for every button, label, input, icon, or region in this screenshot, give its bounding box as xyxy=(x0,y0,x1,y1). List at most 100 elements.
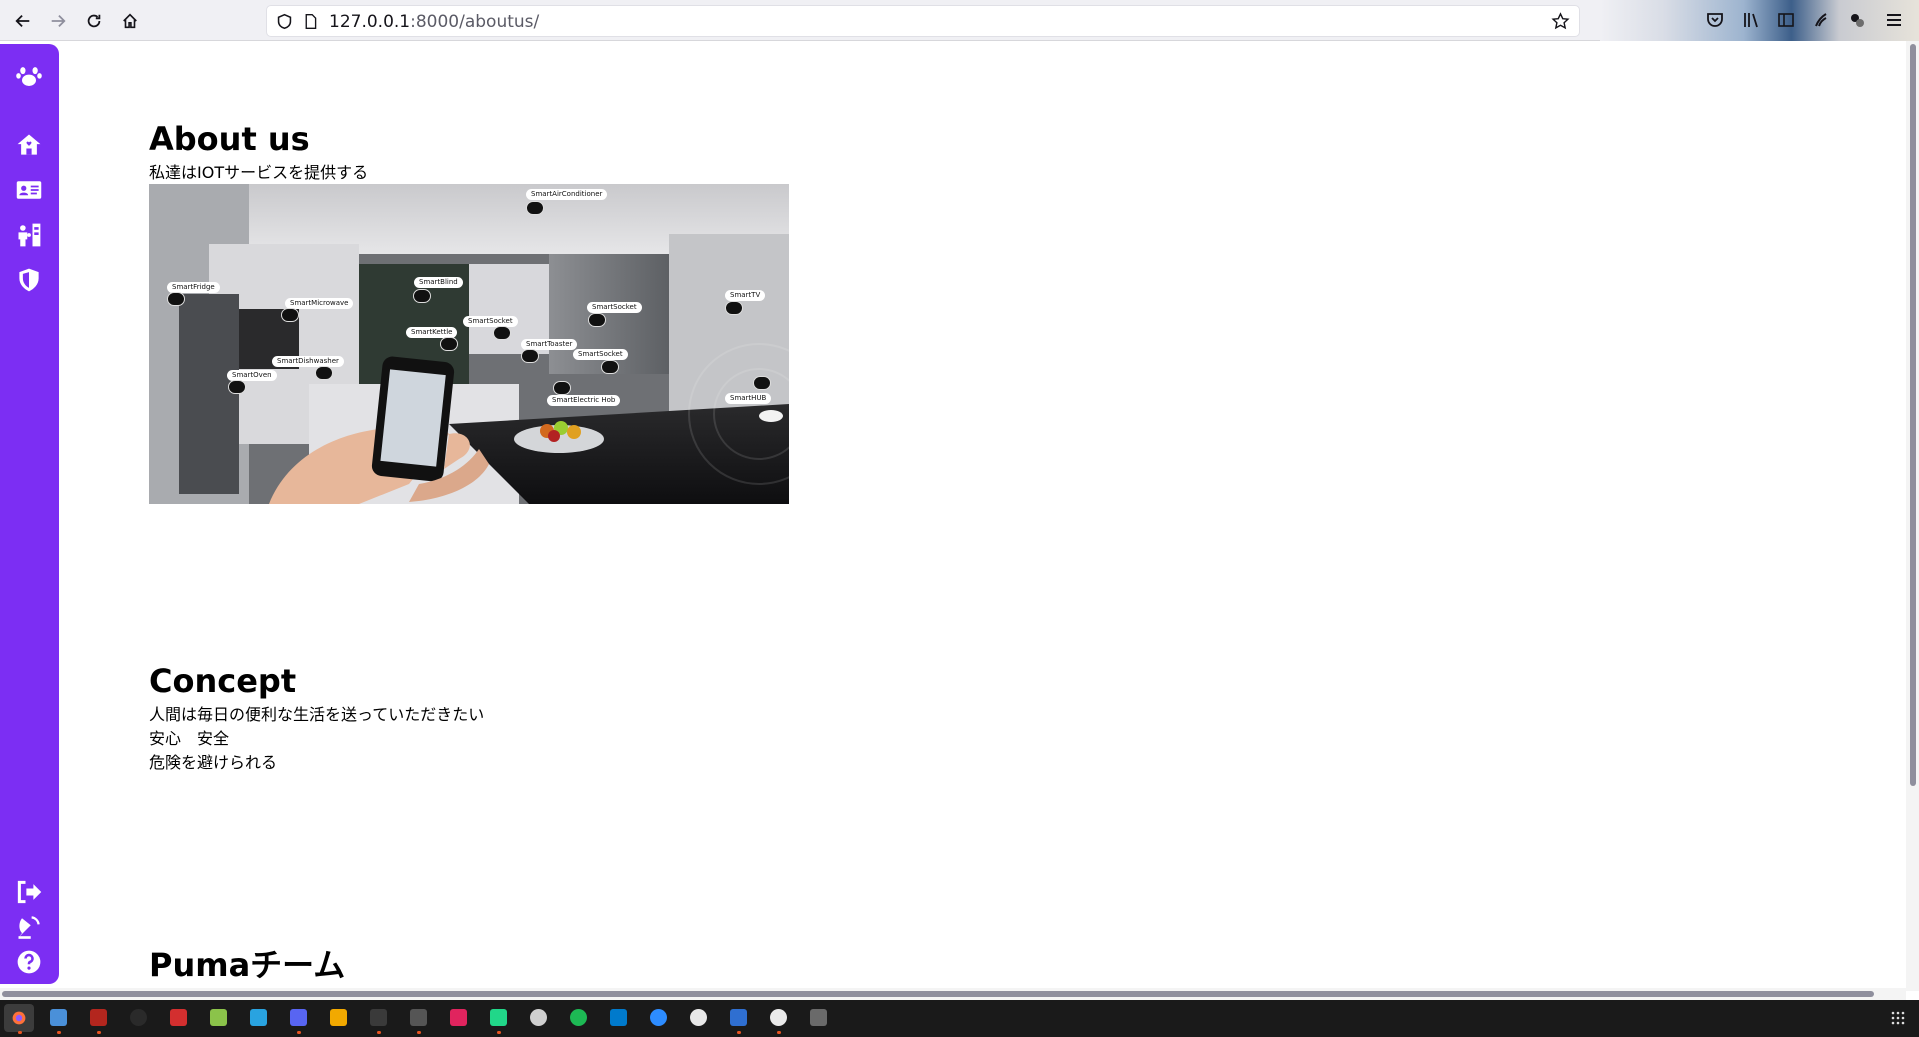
window-icon[interactable] xyxy=(810,1009,827,1026)
sidebar-item-about[interactable] xyxy=(14,175,44,205)
app-red-icon[interactable] xyxy=(90,1009,107,1026)
id-card-icon xyxy=(16,181,42,199)
device-tag: SmartSocket xyxy=(587,302,642,313)
reader-view-icon xyxy=(1778,13,1794,27)
team-title: Pumaチーム xyxy=(149,946,346,984)
running-indicator xyxy=(377,1031,381,1034)
folder-icon[interactable] xyxy=(330,1009,347,1026)
sidebar-item-help[interactable] xyxy=(14,947,44,977)
slack-icon[interactable] xyxy=(690,1009,707,1026)
concept-line: 危険を避けられる xyxy=(149,753,278,772)
sidebar-item-security[interactable] xyxy=(14,265,44,295)
vscode-icon[interactable] xyxy=(610,1009,627,1026)
device-marker xyxy=(526,201,544,215)
home-button[interactable] xyxy=(115,6,145,36)
taskbar-firefox[interactable] xyxy=(4,1004,34,1032)
shield-icon[interactable] xyxy=(276,13,293,30)
device-marker xyxy=(315,366,333,380)
notes-icon[interactable] xyxy=(210,1009,227,1026)
device-marker xyxy=(281,308,299,322)
pocket-icon xyxy=(1707,13,1723,27)
device-marker xyxy=(588,313,606,327)
device-marker xyxy=(228,380,246,394)
sidebar-item-logout[interactable] xyxy=(14,877,44,907)
forward-button[interactable] xyxy=(43,6,73,36)
concept-line: 安心 安全 xyxy=(149,729,230,748)
pdf-icon[interactable] xyxy=(170,1009,187,1026)
jetbrains-icon[interactable] xyxy=(450,1009,467,1026)
zoom-icon[interactable] xyxy=(650,1009,667,1026)
paw-icon xyxy=(16,67,42,86)
sidebar xyxy=(0,44,59,984)
kitchen-illustration xyxy=(149,184,789,504)
vertical-scrollbar-thumb[interactable] xyxy=(1910,44,1916,786)
sidebar-logo[interactable] xyxy=(14,60,44,90)
files-icon[interactable] xyxy=(50,1009,67,1026)
reader-view-button[interactable] xyxy=(1776,10,1796,30)
pocket-button[interactable] xyxy=(1705,10,1725,30)
extension-button[interactable] xyxy=(1811,10,1831,30)
people-roof-icon xyxy=(18,223,41,247)
obs-icon[interactable] xyxy=(530,1009,547,1026)
running-indicator xyxy=(297,1031,301,1034)
device-marker xyxy=(413,289,431,303)
wps-icon[interactable] xyxy=(250,1009,267,1026)
device-marker xyxy=(753,376,771,390)
device-marker xyxy=(440,337,458,351)
device-tag: SmartMicrowave xyxy=(285,298,354,309)
device-tag: SmartSocket xyxy=(463,316,518,327)
device-tag: SmartDishwasher xyxy=(272,356,344,367)
reload-button[interactable] xyxy=(79,6,109,36)
bookmark-star-icon[interactable] xyxy=(1551,12,1570,31)
bible-icon[interactable] xyxy=(730,1009,747,1026)
url-path: :8000/aboutus/ xyxy=(410,12,540,32)
pycharm-icon[interactable] xyxy=(490,1009,507,1026)
device-marker xyxy=(601,360,619,374)
app-grid-icon[interactable] xyxy=(1890,1010,1906,1026)
about-subtitle: 私達はIOTサービスを提供する xyxy=(149,163,369,182)
steam-icon[interactable] xyxy=(130,1009,147,1026)
running-indicator xyxy=(97,1031,101,1034)
running-indicator xyxy=(737,1031,741,1034)
device-tag: SmartBlind xyxy=(414,277,463,288)
page-icon[interactable] xyxy=(302,13,319,30)
device-marker xyxy=(725,301,743,315)
device-tag: SmartElectric Hob xyxy=(547,395,621,406)
device-tag: SmartTV xyxy=(725,290,766,301)
horizontal-scrollbar-thumb[interactable] xyxy=(2,991,1874,997)
running-indicator xyxy=(417,1031,421,1034)
shield-halved-icon xyxy=(19,268,39,292)
forward-icon xyxy=(51,14,66,28)
url-text[interactable]: 127.0.0.1:8000/aboutus/ xyxy=(329,12,539,32)
about-title: About us xyxy=(149,120,310,158)
menu-button[interactable] xyxy=(1884,10,1904,30)
concept-title: Concept xyxy=(149,662,297,700)
running-indicator xyxy=(497,1031,501,1034)
logout-icon xyxy=(17,880,42,904)
spotify-icon[interactable] xyxy=(570,1009,587,1026)
account-icon xyxy=(1851,14,1864,27)
back-icon xyxy=(15,14,30,28)
running-indicator xyxy=(18,1031,22,1034)
taskbar xyxy=(0,1000,1919,1037)
device-marker xyxy=(493,326,511,340)
device-marker xyxy=(553,381,571,395)
discord-icon[interactable] xyxy=(290,1009,307,1026)
sidebar-item-home[interactable] xyxy=(14,130,44,160)
reload-icon xyxy=(87,14,101,28)
sidebar-item-team[interactable] xyxy=(14,220,44,250)
url-host: 127.0.0.1 xyxy=(329,12,411,32)
library-button[interactable] xyxy=(1741,10,1761,30)
audio-icon[interactable] xyxy=(370,1009,387,1026)
url-bar[interactable]: 127.0.0.1:8000/aboutus/ xyxy=(266,5,1580,37)
back-button[interactable] xyxy=(8,6,38,36)
account-button[interactable] xyxy=(1846,10,1866,30)
menu-icon xyxy=(1887,14,1901,26)
satellite-dish-icon xyxy=(18,916,40,939)
terminal-icon[interactable] xyxy=(410,1009,427,1026)
sidebar-item-feed[interactable] xyxy=(14,912,44,942)
smart-kitchen-image: SmartAirConditioner SmartBlind SmartFrid… xyxy=(149,184,789,504)
clock-icon[interactable] xyxy=(770,1009,787,1026)
house-icon xyxy=(17,134,41,155)
device-marker xyxy=(521,349,539,363)
